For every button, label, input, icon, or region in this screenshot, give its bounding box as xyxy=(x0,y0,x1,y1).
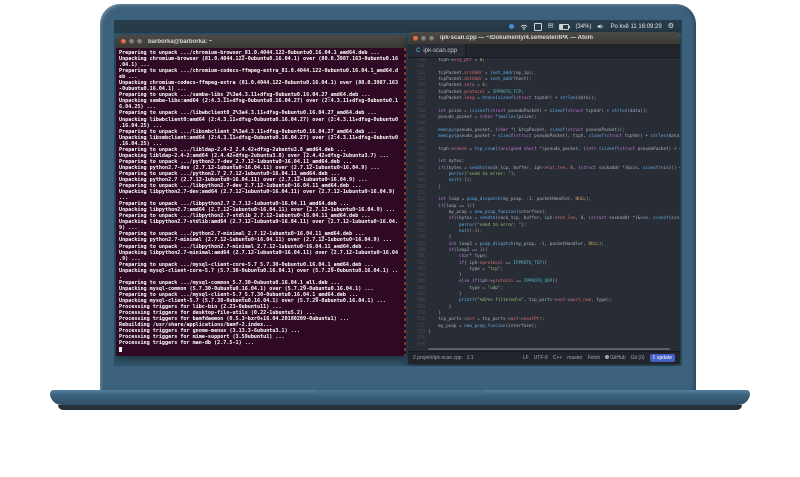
terminal-body[interactable]: Preparing to unpack .../chromium-browser… xyxy=(116,48,406,356)
editor-gutter: 530 531 532 533 534 535 536 537 538 539 … xyxy=(417,58,425,348)
atom-titlebar[interactable]: ipk-scan.cpp — ~/Dokumenty/4.semester/IP… xyxy=(408,32,680,44)
mail-icon[interactable]: ✉ xyxy=(548,23,554,30)
tab-bar: C ipk-scan.cpp xyxy=(408,44,680,58)
battery-label: (34%) xyxy=(575,23,592,30)
terminal-title: barborka@barborka: ~ xyxy=(148,38,213,45)
status-git-changes[interactable]: Git (0) xyxy=(631,355,645,361)
battery-icon[interactable] xyxy=(559,23,571,30)
terminal-scrollbar[interactable] xyxy=(404,48,406,356)
status-cursor-position[interactable]: 1:1 xyxy=(467,355,474,361)
status-bar: 2.projekt/ipk-scan.cpp 1:1 LF UTF-8 C++ … xyxy=(408,351,680,364)
laptop-screen: ✉ (34%) Po kvě 11 16:09:29 ⚙ barborka@ba… xyxy=(114,20,682,366)
status-github[interactable]: GitHub xyxy=(605,355,626,361)
status-line-ending[interactable]: LF xyxy=(523,355,529,361)
tab-ipk-scan[interactable]: C ipk-scan.cpp xyxy=(408,44,467,57)
status-fetch[interactable]: Fetch xyxy=(588,355,601,361)
wifi-icon[interactable] xyxy=(520,24,528,30)
input-indicator-icon[interactable] xyxy=(533,22,542,31)
terminal-titlebar[interactable]: barborka@barborka: ~ xyxy=(116,35,406,48)
github-icon xyxy=(605,355,610,359)
minimize-button[interactable] xyxy=(421,35,426,41)
laptop-base xyxy=(50,390,750,405)
editor-pane[interactable]: 530 531 532 533 534 535 536 537 538 539 … xyxy=(408,58,680,351)
terminal-output: Preparing to unpack .../chromium-browser… xyxy=(119,50,399,347)
tab-label: ipk-scan.cpp xyxy=(423,47,458,54)
minimize-button[interactable] xyxy=(129,39,134,44)
status-file-path[interactable]: 2.projekt/ipk-scan.cpp xyxy=(413,355,462,361)
c-file-icon: C xyxy=(416,47,421,54)
close-button[interactable] xyxy=(413,35,418,41)
laptop-base-notch xyxy=(315,390,485,396)
session-gear-icon[interactable]: ⚙ xyxy=(668,23,674,30)
volume-icon[interactable] xyxy=(597,23,604,30)
laptop-shadow xyxy=(58,405,742,410)
atom-window: ipk-scan.cpp — ~/Dokumenty/4.semester/IP… xyxy=(408,32,680,364)
status-language[interactable]: C++ xyxy=(553,355,562,361)
laptop-lid: ✉ (34%) Po kvě 11 16:09:29 ⚙ barborka@ba… xyxy=(100,4,696,390)
clock[interactable]: Po kvě 11 16:09:29 xyxy=(610,24,661,30)
terminal-window: barborka@barborka: ~ Preparing to unpack… xyxy=(116,35,406,356)
terminal-cursor xyxy=(119,347,122,352)
atom-title: ipk-scan.cpp — ~/Dokumenty/4.semester/IP… xyxy=(440,35,593,41)
page: ✉ (34%) Po kvě 11 16:09:29 ⚙ barborka@ba… xyxy=(0,0,800,477)
horizontal-scrollbar[interactable] xyxy=(428,348,670,350)
status-encoding[interactable]: UTF-8 xyxy=(534,355,548,361)
maximize-button[interactable] xyxy=(137,39,142,44)
maximize-button[interactable] xyxy=(429,35,434,41)
editor-code: tcph->urg_ptr = 0; tcpPacket.srcAddr = i… xyxy=(428,58,680,336)
close-button[interactable] xyxy=(121,39,126,44)
bluetooth-icon[interactable] xyxy=(508,24,514,29)
status-git-branch[interactable]: master xyxy=(567,355,582,361)
update-badge[interactable]: 1 update xyxy=(649,354,675,362)
